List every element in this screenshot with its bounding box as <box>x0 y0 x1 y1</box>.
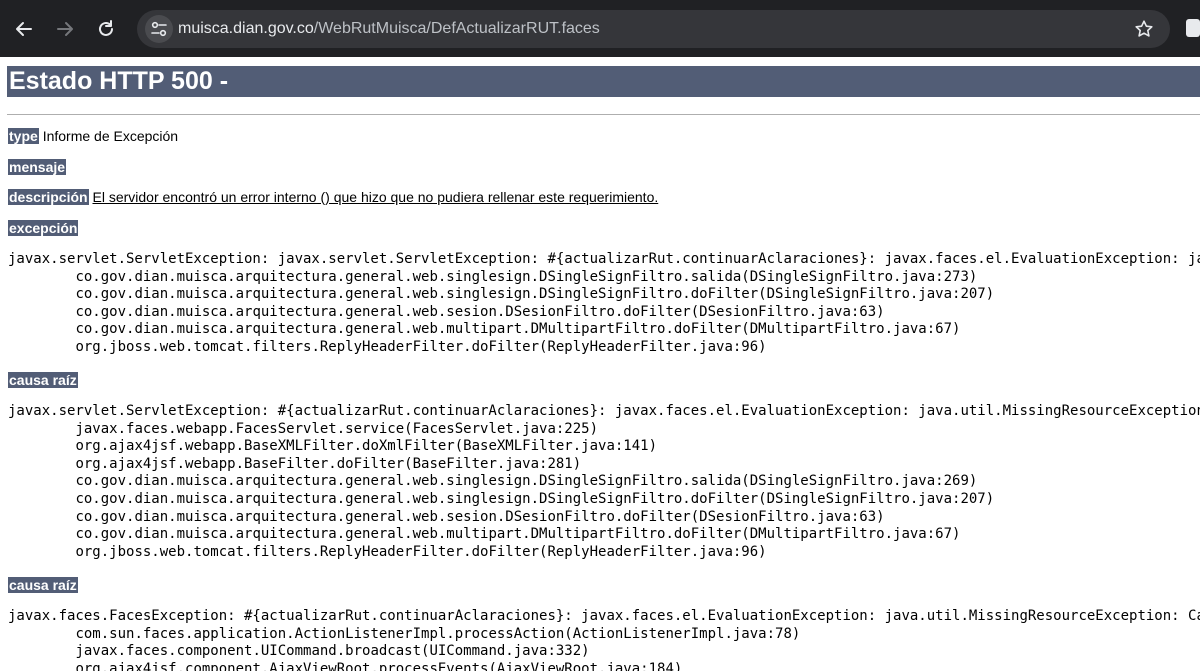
arrow-left-icon <box>16 22 32 36</box>
description-row: descripción El servidor encontró un erro… <box>8 188 658 206</box>
type-label: type <box>8 128 39 144</box>
arrow-right-icon <box>57 22 73 36</box>
browser-toolbar: muisca.dian.gov.co/WebRutMuisca/DefActua… <box>0 0 1200 57</box>
url-path: /WebRutMuisca/DefActualizarRUT.faces <box>313 20 600 37</box>
description-label: descripción <box>8 189 89 205</box>
reload-icon <box>99 20 113 36</box>
type-row: type Informe de Excepción <box>8 127 178 145</box>
type-value: Informe de Excepción <box>42 128 179 144</box>
page-title: Estado HTTP 500 - <box>7 66 1200 97</box>
star-icon <box>1135 20 1153 37</box>
message-label: mensaje <box>8 159 67 175</box>
root-cause-label-2: causa raíz <box>8 577 78 593</box>
bookmark-button[interactable] <box>1134 19 1154 44</box>
url-host: muisca.dian.gov.co <box>178 20 314 37</box>
forward-button[interactable] <box>51 15 79 43</box>
root-cause-row-2: causa raíz <box>8 576 78 594</box>
reload-button[interactable] <box>92 15 120 43</box>
site-info-button[interactable] <box>145 15 173 43</box>
root-cause-row-1: causa raíz <box>8 371 78 389</box>
back-button[interactable] <box>10 15 38 43</box>
url-text[interactable]: muisca.dian.gov.co/WebRutMuisca/DefActua… <box>178 20 600 38</box>
root-cause-label: causa raíz <box>8 372 78 388</box>
exception-row: excepción <box>8 219 79 237</box>
error-page: Estado HTTP 500 - type Informe de Excepc… <box>0 57 1200 671</box>
divider <box>7 114 1200 115</box>
tune-icon <box>151 21 167 37</box>
root-cause-trace-1: javax.servlet.ServletException: #{actual… <box>8 403 1200 560</box>
root-cause-trace-2: javax.faces.FacesException: #{actualizar… <box>8 608 1200 671</box>
exception-label: excepción <box>8 220 79 236</box>
extensions-icon[interactable] <box>1186 17 1200 39</box>
description-value: El servidor encontró un error interno ()… <box>92 189 659 205</box>
exception-trace: javax.servlet.ServletException: javax.se… <box>8 251 1200 355</box>
address-bar[interactable]: muisca.dian.gov.co/WebRutMuisca/DefActua… <box>137 10 1170 48</box>
message-row: mensaje <box>8 158 67 176</box>
